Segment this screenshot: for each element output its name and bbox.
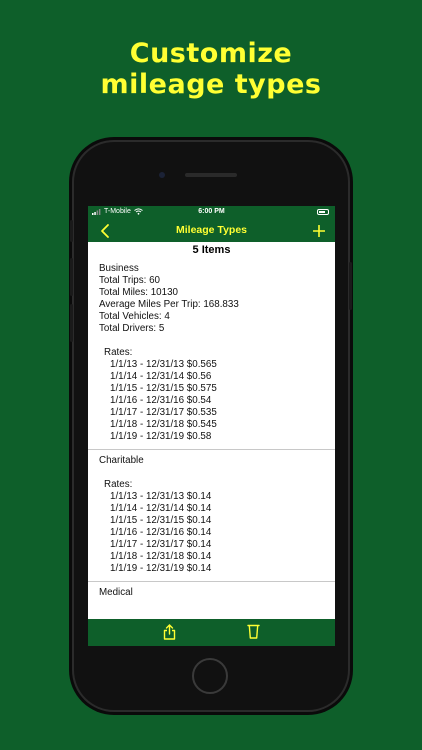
list-item[interactable]: Medical xyxy=(88,582,335,605)
nav-title: Mileage Types xyxy=(176,224,247,236)
phone-screen: T-Mobile 6:00 PM Mileage Types 5 Items B… xyxy=(88,206,335,646)
stat-line: Total Miles: 10130 xyxy=(99,287,178,298)
stat-line: Total Trips: 60 xyxy=(99,275,160,286)
mileage-type-name: Medical xyxy=(99,587,133,598)
phone-power-button xyxy=(349,262,352,310)
phone-volume-up-button xyxy=(70,258,73,296)
stat-line: Average Miles Per Trip: 168.833 xyxy=(99,299,239,310)
rate-line: 1/1/16 - 12/31/16 $0.54 xyxy=(110,395,212,406)
rate-line: 1/1/16 - 12/31/16 $0.14 xyxy=(110,527,212,538)
share-icon[interactable] xyxy=(163,624,176,640)
rate-line: 1/1/14 - 12/31/14 $0.56 xyxy=(110,371,212,382)
stat-line: Total Drivers: 5 xyxy=(99,323,165,334)
headline-line-1: Customize xyxy=(129,38,293,69)
rate-line: 1/1/13 - 12/31/13 $0.565 xyxy=(110,359,217,370)
navigation-bar: Mileage Types xyxy=(88,219,335,242)
rate-line: 1/1/15 - 12/31/15 $0.575 xyxy=(110,383,217,394)
rates-label: Rates: xyxy=(104,347,133,358)
front-camera xyxy=(159,172,165,178)
plus-icon[interactable] xyxy=(313,225,325,237)
rate-line: 1/1/17 - 12/31/17 $0.14 xyxy=(110,539,212,550)
stat-line: Total Vehicles: 4 xyxy=(99,311,170,322)
trash-icon[interactable] xyxy=(247,624,260,639)
items-count: 5 Items xyxy=(192,244,231,256)
mileage-type-name: Charitable xyxy=(99,455,144,466)
rates-label: Rates: xyxy=(104,479,133,490)
list-item[interactable]: Charitable Rates: 1/1/13 - 12/31/13 $0.1… xyxy=(88,450,335,582)
rate-line: 1/1/18 - 12/31/18 $0.14 xyxy=(110,551,212,562)
phone-volume-down-button xyxy=(70,304,73,342)
list-item[interactable]: Business Total Trips: 60 Total Miles: 10… xyxy=(88,258,335,450)
battery-icon xyxy=(317,209,329,215)
rate-line: 1/1/18 - 12/31/18 $0.545 xyxy=(110,419,217,430)
earpiece-speaker xyxy=(185,173,237,177)
rate-line: 1/1/19 - 12/31/19 $0.14 xyxy=(110,563,212,574)
headline-line-2: mileage types xyxy=(100,69,322,100)
rate-line: 1/1/13 - 12/31/13 $0.14 xyxy=(110,491,212,502)
rate-line: 1/1/14 - 12/31/14 $0.14 xyxy=(110,503,212,514)
status-bar: T-Mobile 6:00 PM xyxy=(88,206,335,219)
mileage-type-name: Business xyxy=(99,263,139,274)
rate-line: 1/1/19 - 12/31/19 $0.58 xyxy=(110,431,212,442)
bottom-toolbar xyxy=(88,619,335,646)
home-button[interactable] xyxy=(192,658,228,694)
rate-line: 1/1/15 - 12/31/15 $0.14 xyxy=(110,515,212,526)
headline: Customize mileage types xyxy=(0,38,422,100)
mileage-types-list: Business Total Trips: 60 Total Miles: 10… xyxy=(88,258,335,605)
rate-line: 1/1/17 - 12/31/17 $0.535 xyxy=(110,407,217,418)
status-time: 6:00 PM xyxy=(198,208,225,215)
phone-side-button xyxy=(70,220,73,242)
